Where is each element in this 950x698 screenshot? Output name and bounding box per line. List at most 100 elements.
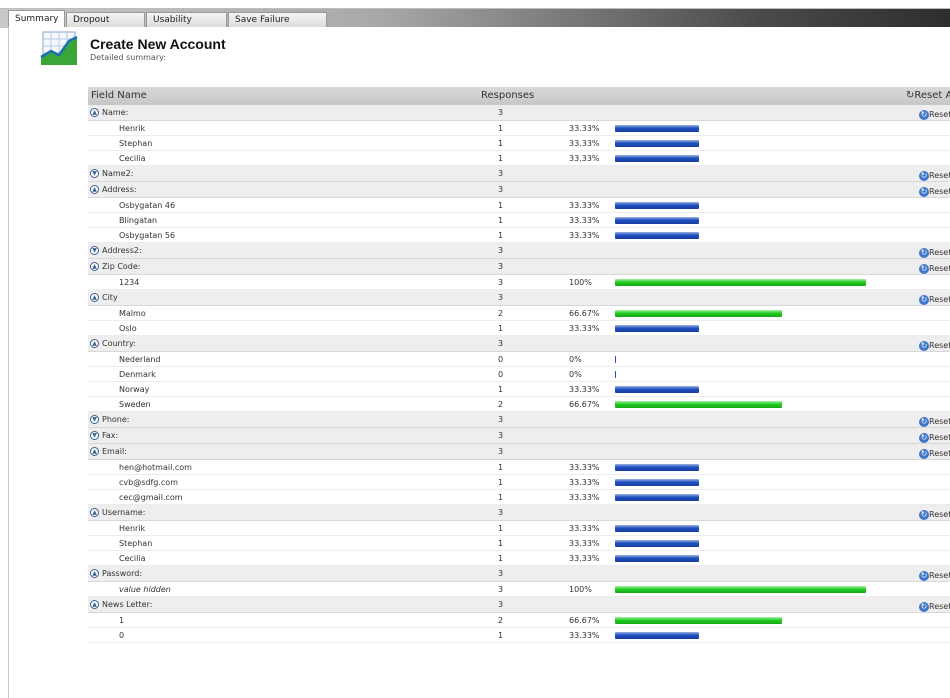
response-bar [615,310,782,317]
table-body: ▲ Name: 3 ↻ Reset Henrik 1 33.33% Stephan 1 33.33%… [88,105,950,643]
page-subtitle: Detailed summary: [90,53,166,62]
answer-percent: 66.67% [569,400,600,409]
expand-toggle-icon[interactable]: ▼ [90,169,99,178]
tab-dropout-report[interactable]: Dropout Report [66,12,145,40]
answer-percent: 33.33% [569,524,600,533]
response-bar [615,586,866,593]
answer-value: cvb@sdfg.com [119,478,178,487]
answer-count: 1 [498,216,504,225]
answer-row: Norway 1 33.33% [88,382,950,397]
response-bar [615,555,699,562]
answer-row: Blingatan 1 33.33% [88,213,950,228]
reset-label: Reset [929,571,950,580]
collapse-toggle-icon[interactable]: ▲ [90,185,99,194]
collapse-toggle-icon[interactable]: ▲ [90,339,99,348]
answer-percent: 33.33% [569,216,600,225]
tab-save-failure-report[interactable]: Save Failure Report [228,12,327,40]
expand-toggle-icon[interactable]: ▼ [90,431,99,440]
field-row: ▲ Password: 3 ↻ Reset [88,566,950,582]
field-name: News Letter: [102,600,153,609]
refresh-icon: ↻ [919,294,929,305]
table-header: Field Name Responses ↻Reset All [88,87,950,105]
answer-percent: 66.67% [569,616,600,625]
answer-count: 3 [498,585,504,594]
collapse-toggle-icon[interactable]: ▲ [90,508,99,517]
collapse-toggle-icon[interactable]: ▲ [90,293,99,302]
reset-label: Reset [929,449,950,458]
expand-toggle-icon[interactable]: ▼ [90,415,99,424]
answer-row: Nederland 0 0% [88,352,950,367]
answer-count: 1 [498,524,504,533]
answer-percent: 33.33% [569,463,600,472]
field-name: Fax: [102,431,119,440]
expand-toggle-icon[interactable]: ▼ [90,246,99,255]
answer-value: value hidden [119,585,171,594]
answer-percent: 33.33% [569,493,600,502]
tab-usability-report[interactable]: Usability Report [146,12,227,40]
column-header-responses: Responses [481,90,535,101]
answer-percent: 0% [569,355,582,364]
field-name: Name: [102,108,129,117]
reset-label: Reset [929,110,950,119]
answer-count: 2 [498,309,504,318]
answer-value: Henrik [119,524,146,533]
answer-percent: 0% [569,370,582,379]
answer-count: 1 [498,231,504,240]
refresh-icon: ↻ [919,247,929,258]
answer-count: 1 [498,139,504,148]
refresh-icon: ↻ [919,509,929,520]
answer-percent: 33.33% [569,231,600,240]
response-bar [615,371,616,378]
page-title: Create New Account [90,36,226,52]
field-response-count: 3 [498,108,504,117]
reset-label: Reset [929,264,950,273]
answer-row: Cecilia 1 33.33% [88,151,950,166]
field-row: ▲ Name: 3 ↻ Reset [88,105,950,121]
field-response-count: 3 [498,431,504,440]
field-response-count: 3 [498,508,504,517]
answer-count: 1 [498,478,504,487]
answer-count: 0 [498,370,504,379]
answer-value: 0 [119,631,125,640]
collapse-toggle-icon[interactable]: ▲ [90,262,99,271]
response-bar [615,386,699,393]
response-bar [615,540,699,547]
reset-all-button[interactable]: ↻Reset All [906,87,950,105]
field-response-count: 3 [498,339,504,348]
answer-count: 2 [498,616,504,625]
answer-percent: 33.33% [569,201,600,210]
answer-row: value hidden 3 100% [88,582,950,597]
collapse-toggle-icon[interactable]: ▲ [90,600,99,609]
field-response-count: 3 [498,169,504,178]
response-bar [615,140,699,147]
answer-count: 2 [498,400,504,409]
field-row: ▼ Name2: 3 ↻ Reset [88,166,950,182]
field-row: ▲ Zip Code: 3 ↻ Reset [88,259,950,275]
answer-value: Oslo [119,324,137,333]
field-response-count: 3 [498,246,504,255]
field-response-count: 3 [498,569,504,578]
collapse-toggle-icon[interactable]: ▲ [90,447,99,456]
column-header-field-name: Field Name [91,90,147,101]
answer-count: 1 [498,385,504,394]
answer-value: Sweden [119,400,151,409]
answer-count: 1 [498,201,504,210]
answer-row: Oslo 1 33.33% [88,321,950,336]
reset-label: Reset [929,510,950,519]
tab-strip: Summary Dropout Report Usability Report … [0,8,950,40]
refresh-icon: ↻ [919,601,929,612]
collapse-toggle-icon[interactable]: ▲ [90,569,99,578]
tab-summary[interactable]: Summary [8,10,65,28]
field-name: Phone: [102,415,130,424]
answer-row: 1234 3 100% [88,275,950,290]
answer-row: Henrik 1 33.33% [88,121,950,136]
refresh-icon: ↻ [919,448,929,459]
answer-count: 1 [498,539,504,548]
response-bar [615,632,699,639]
answer-count: 1 [498,631,504,640]
response-bar [615,401,782,408]
collapse-toggle-icon[interactable]: ▲ [90,108,99,117]
answer-percent: 33.33% [569,324,600,333]
answer-row: Henrik 1 33.33% [88,521,950,536]
answer-value: Stephan [119,539,153,548]
